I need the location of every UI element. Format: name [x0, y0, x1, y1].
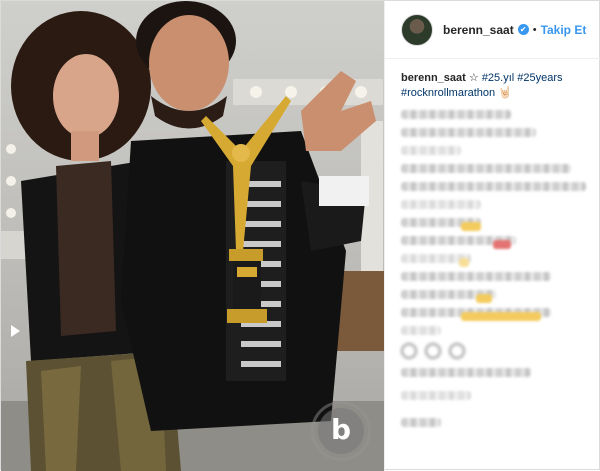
caption-username[interactable]: berenn_saat	[401, 72, 466, 84]
blurred-comment	[401, 182, 586, 191]
blurred-comment	[401, 290, 496, 303]
blurred-comment	[401, 308, 551, 321]
blurred-comment	[401, 326, 441, 335]
post-photo[interactable]: b	[1, 1, 384, 471]
instagram-post-embed: b berenn_saat ✔ • Takip Et berenn_saat ☆…	[0, 0, 600, 471]
blurred-comments	[385, 110, 600, 335]
header-username[interactable]: berenn_saat	[443, 23, 514, 37]
user-tag-indicator-icon[interactable]	[11, 325, 29, 337]
verified-badge-icon: ✔	[517, 24, 529, 35]
comment-icon[interactable]	[425, 343, 441, 359]
watermark-logo: b	[318, 408, 364, 454]
post-header: berenn_saat ✔ • Takip Et	[385, 1, 600, 59]
blurred-comment	[401, 146, 461, 155]
like-icon[interactable]	[401, 343, 417, 359]
follow-button[interactable]: Takip Et	[541, 23, 587, 37]
blurred-comment-input[interactable]	[401, 418, 441, 427]
caption-emoji: 🤘🏻	[498, 87, 512, 99]
post-actions	[385, 335, 600, 359]
blurred-comment	[401, 128, 536, 137]
avatar[interactable]	[401, 13, 433, 46]
share-icon[interactable]	[449, 343, 465, 359]
photo-illustration	[1, 1, 384, 471]
hashtag-link[interactable]: #25years	[517, 72, 562, 84]
blurred-comment	[401, 200, 481, 209]
man-figure	[121, 1, 376, 431]
post-caption: berenn_saat ☆ #25.yıl #25years #rocknrol…	[385, 59, 600, 101]
blurred-comment	[401, 236, 516, 249]
blurred-comment	[401, 164, 571, 173]
blurred-comment	[401, 254, 471, 267]
blurred-timestamp	[401, 391, 471, 400]
caption-star: ☆	[468, 72, 479, 84]
hashtag-link[interactable]: #25.yıl	[482, 72, 514, 84]
blurred-likes-count	[401, 368, 531, 377]
blurred-comment	[401, 218, 481, 231]
hashtag-link[interactable]: #rocknrollmarathon	[401, 87, 495, 99]
separator-dot: •	[532, 23, 537, 36]
blurred-comment	[401, 110, 511, 119]
blurred-comment	[401, 272, 551, 281]
post-side-panel: berenn_saat ✔ • Takip Et berenn_saat ☆ #…	[384, 1, 600, 471]
